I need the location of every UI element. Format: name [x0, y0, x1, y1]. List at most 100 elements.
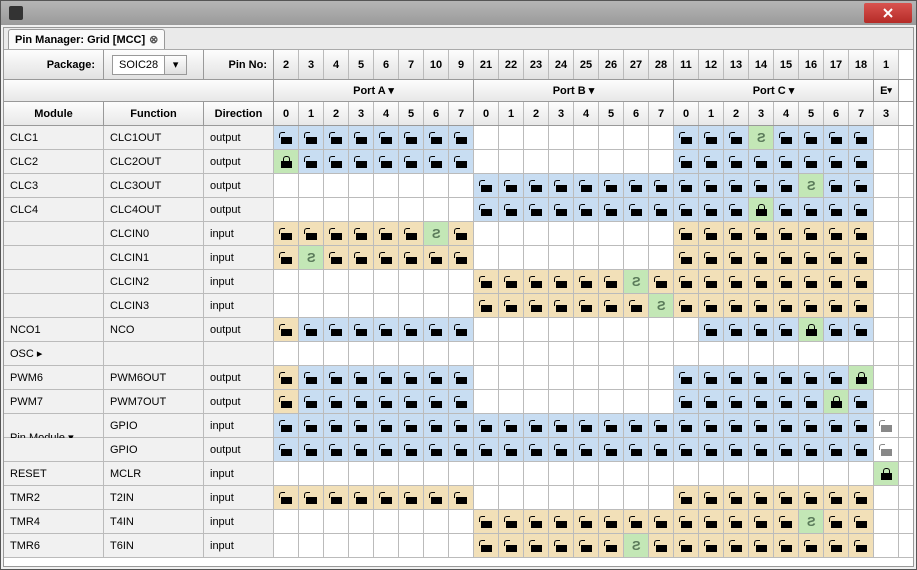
- pin-cell[interactable]: [549, 342, 574, 365]
- pin-cell[interactable]: [724, 198, 749, 221]
- pin-cell[interactable]: [474, 414, 499, 437]
- pin-cell[interactable]: [724, 294, 749, 317]
- pin-cell[interactable]: [774, 174, 799, 197]
- pin-cell[interactable]: [324, 198, 349, 221]
- pin-cell[interactable]: [449, 534, 474, 557]
- pin-cell[interactable]: [874, 390, 899, 413]
- pin-cell[interactable]: [349, 246, 374, 269]
- pin-cell[interactable]: [374, 174, 399, 197]
- pin-cell[interactable]: [449, 222, 474, 245]
- pin-cell[interactable]: [424, 150, 449, 173]
- pin-cell[interactable]: [724, 150, 749, 173]
- pin-cell[interactable]: [299, 414, 324, 437]
- pin-cell[interactable]: [499, 486, 524, 509]
- pin-cell[interactable]: [774, 342, 799, 365]
- pin-cell[interactable]: [299, 198, 324, 221]
- pin-cell[interactable]: [474, 510, 499, 533]
- pin-cell[interactable]: [699, 246, 724, 269]
- module-cell[interactable]: CLCx ▾: [4, 222, 104, 245]
- pin-cell[interactable]: [499, 150, 524, 173]
- pin-cell[interactable]: [799, 390, 824, 413]
- pin-cell[interactable]: [699, 438, 724, 461]
- pin-cell[interactable]: [424, 198, 449, 221]
- pin-cell[interactable]: [699, 366, 724, 389]
- pin-cell[interactable]: [699, 510, 724, 533]
- pin-cell[interactable]: [424, 246, 449, 269]
- pin-cell[interactable]: [674, 534, 699, 557]
- pin-cell[interactable]: [774, 198, 799, 221]
- pin-cell[interactable]: [324, 342, 349, 365]
- pin-cell[interactable]: [499, 318, 524, 341]
- bit-header[interactable]: 6: [624, 102, 649, 125]
- pin-cell[interactable]: [424, 366, 449, 389]
- pin-cell[interactable]: S: [624, 270, 649, 293]
- pin-cell[interactable]: S: [649, 294, 674, 317]
- pin-cell[interactable]: [624, 222, 649, 245]
- pin-cell[interactable]: [374, 222, 399, 245]
- pin-cell[interactable]: [274, 486, 299, 509]
- pin-cell[interactable]: [474, 366, 499, 389]
- pin-cell[interactable]: [624, 486, 649, 509]
- pin-cell[interactable]: [499, 342, 524, 365]
- pin-cell[interactable]: [699, 222, 724, 245]
- pin-cell[interactable]: [474, 342, 499, 365]
- pin-cell[interactable]: [699, 462, 724, 485]
- pin-cell[interactable]: [674, 462, 699, 485]
- pin-cell[interactable]: [474, 390, 499, 413]
- pin-cell[interactable]: [874, 342, 899, 365]
- pin-cell[interactable]: [499, 174, 524, 197]
- pin-cell[interactable]: [649, 126, 674, 149]
- pin-cell[interactable]: [599, 438, 624, 461]
- pin-cell[interactable]: [874, 150, 899, 173]
- pin-cell[interactable]: [349, 174, 374, 197]
- pin-cell[interactable]: [824, 198, 849, 221]
- pin-cell[interactable]: [674, 438, 699, 461]
- pin-cell[interactable]: [749, 438, 774, 461]
- pin-cell[interactable]: [399, 414, 424, 437]
- pin-cell[interactable]: [449, 294, 474, 317]
- pin-cell[interactable]: [849, 534, 874, 557]
- pin-cell[interactable]: [874, 222, 899, 245]
- pin-cell[interactable]: [724, 486, 749, 509]
- pin-cell[interactable]: [524, 126, 549, 149]
- pin-cell[interactable]: [699, 270, 724, 293]
- pin-cell[interactable]: [599, 246, 624, 269]
- pin-cell[interactable]: [549, 150, 574, 173]
- pin-cell[interactable]: [574, 150, 599, 173]
- pin-cell[interactable]: [699, 294, 724, 317]
- bit-header[interactable]: 1: [499, 102, 524, 125]
- pin-cell[interactable]: [849, 246, 874, 269]
- pin-cell[interactable]: [274, 198, 299, 221]
- bit-header[interactable]: 4: [774, 102, 799, 125]
- pin-cell[interactable]: [274, 318, 299, 341]
- pin-cell[interactable]: [774, 414, 799, 437]
- pin-cell[interactable]: [549, 414, 574, 437]
- module-cell[interactable]: Pin Module ▾: [4, 414, 104, 437]
- pin-cell[interactable]: [424, 510, 449, 533]
- pin-cell[interactable]: [374, 414, 399, 437]
- pin-cell[interactable]: [549, 438, 574, 461]
- pin-cell[interactable]: [849, 414, 874, 437]
- pin-cell[interactable]: [649, 462, 674, 485]
- pin-cell[interactable]: [324, 390, 349, 413]
- pin-cell[interactable]: [349, 222, 374, 245]
- pin-cell[interactable]: [849, 150, 874, 173]
- module-cell[interactable]: OSC ▸: [4, 342, 104, 365]
- pin-cell[interactable]: [799, 246, 824, 269]
- pin-cell[interactable]: [374, 342, 399, 365]
- pin-cell[interactable]: [474, 486, 499, 509]
- module-cell[interactable]: [4, 270, 104, 293]
- module-cell[interactable]: RESET: [4, 462, 104, 485]
- pin-cell[interactable]: [749, 366, 774, 389]
- module-cell[interactable]: [4, 246, 104, 269]
- pin-cell[interactable]: [824, 150, 849, 173]
- pin-cell[interactable]: [574, 126, 599, 149]
- pin-cell[interactable]: [849, 486, 874, 509]
- bit-header[interactable]: 2: [324, 102, 349, 125]
- pin-cell[interactable]: [549, 534, 574, 557]
- pin-cell[interactable]: [324, 438, 349, 461]
- pin-cell[interactable]: [374, 150, 399, 173]
- pin-cell[interactable]: [399, 246, 424, 269]
- pin-cell[interactable]: [699, 126, 724, 149]
- pin-cell[interactable]: [424, 462, 449, 485]
